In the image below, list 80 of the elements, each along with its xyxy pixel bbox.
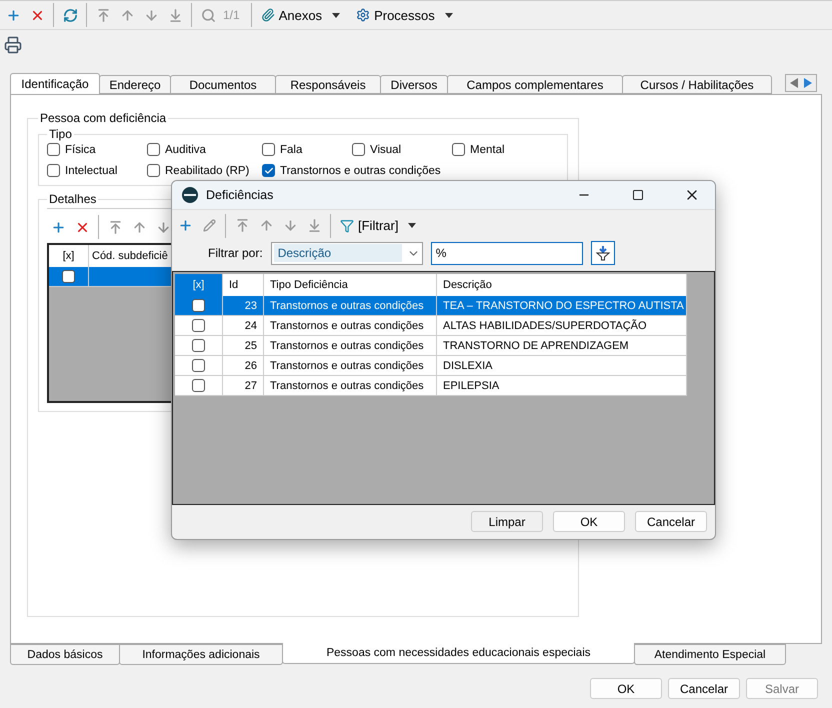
dialog-button[interactable]: OK [590,678,662,699]
checkbox-label: Transtornos e outras condições [280,164,441,176]
checkbox[interactable] [147,143,160,156]
checkbox-label: Intelectual [65,164,118,176]
caret-icon [444,12,453,18]
record-counter: 1/1 [223,8,240,22]
table-row[interactable]: 27 Transtornos e outras condições EPILEPSIA [175,376,687,396]
toolbar-menu[interactable]: Anexos [256,8,344,22]
table-cell: Transtornos e outras condições [264,336,437,355]
toolbar-menu[interactable]: Processos [352,8,457,22]
checkbox[interactable] [262,143,275,156]
column-header: [x] [175,274,223,296]
paperclip-icon [260,8,275,22]
checkbox[interactable] [262,164,275,177]
tab[interactable]: Pessoas com necessidades educacionais especiais [282,643,635,664]
funnel-arrow-icon [594,245,611,261]
gear-icon [356,8,370,22]
checkbox[interactable] [47,143,60,156]
checkbox[interactable] [62,270,75,283]
table-cell: Transtornos e outras condições [264,356,437,375]
table-cell: Transtornos e outras condições [264,316,437,335]
checkbox[interactable] [452,143,465,156]
tab[interactable]: Dados básicos [10,644,120,665]
tab-scroller[interactable] [785,74,817,92]
right-arrow-icon[interactable] [804,78,812,88]
dialog-button[interactable]: Limpar [471,511,543,532]
filter-input[interactable]: % [430,242,583,264]
checkbox[interactable] [192,319,205,332]
filter-dropdown[interactable]: Descrição [270,242,423,264]
checkbox[interactable] [192,339,205,352]
checkbox-label: Fala [280,144,302,156]
checkbox-label: Visual [370,144,402,156]
table-cell: 27 [223,376,264,395]
group-title: Pessoa com deficiência [39,111,168,125]
tab[interactable]: Informações adicionais [119,644,283,665]
dialog-button[interactable]: OK [553,511,625,532]
table-cell: 25 [223,336,264,355]
apply-filter-button[interactable] [590,241,615,265]
caret-icon [332,12,340,18]
checkbox-label: Auditiva [165,144,206,156]
printer-icon[interactable] [2,34,24,56]
checkbox[interactable] [352,143,365,156]
table-cell: 26 [223,356,264,375]
app-logo-icon [182,187,198,203]
table-cell: DISLEXIA [437,356,687,375]
checkbox[interactable] [192,379,205,392]
table-row[interactable]: 26 Transtornos e outras condições DISLEXIA [175,356,687,376]
tab[interactable]: Diversos [380,75,448,94]
tab[interactable]: Documentos [170,75,276,94]
group-title: Tipo [48,127,73,141]
left-arrow-icon[interactable] [790,78,798,88]
dialog-button[interactable]: Cancelar [635,511,707,532]
table-row[interactable]: 25 Transtornos e outras condições TRANSTORNO DE APRENDIZAGEM [175,336,687,356]
checkbox[interactable] [147,164,160,177]
tab[interactable]: Responsáveis [275,75,381,94]
filter-label: Filtrar por: [208,246,263,260]
checkbox[interactable] [47,164,60,177]
table-row[interactable]: 24 Transtornos e outras condições ALTAS HABILIDADES/SUPERDOTAÇÃO [175,316,687,336]
table-cell: TRANSTORNO DE APRENDIZAGEM [437,336,687,355]
table-cell: 24 [223,316,264,335]
table-cell: ALTAS HABILIDADES/SUPERDOTAÇÃO [437,316,687,335]
table-row[interactable]: 23 Transtornos e outras condições TEA – TRANSTORNO DO ESPECTRO AUTISTA [175,296,687,316]
group-title: Detalhes [48,192,98,206]
tab[interactable]: Identificação [10,73,100,94]
window-title: Deficiências [206,188,274,202]
filter-menu[interactable]: [Filtrar] [336,218,420,233]
checkbox[interactable] [192,359,205,372]
checkbox-label: Mental [470,144,505,156]
checkbox-label: Física [65,144,96,156]
tab[interactable]: Atendimento Especial [634,644,786,665]
filter-icon [340,218,354,232]
checkbox[interactable] [192,299,205,312]
tab[interactable]: Endereço [99,75,171,94]
dialog-button[interactable]: Cancelar [668,678,740,699]
table-cell: EPILEPSIA [437,376,687,395]
checkbox-label: Reabilitado (RP) [165,164,250,176]
tab[interactable]: Campos complementares [447,75,623,94]
tab[interactable]: Cursos / Habilitações [622,75,772,94]
caret-icon [408,223,416,228]
table-cell: Transtornos e outras condições [264,376,437,395]
